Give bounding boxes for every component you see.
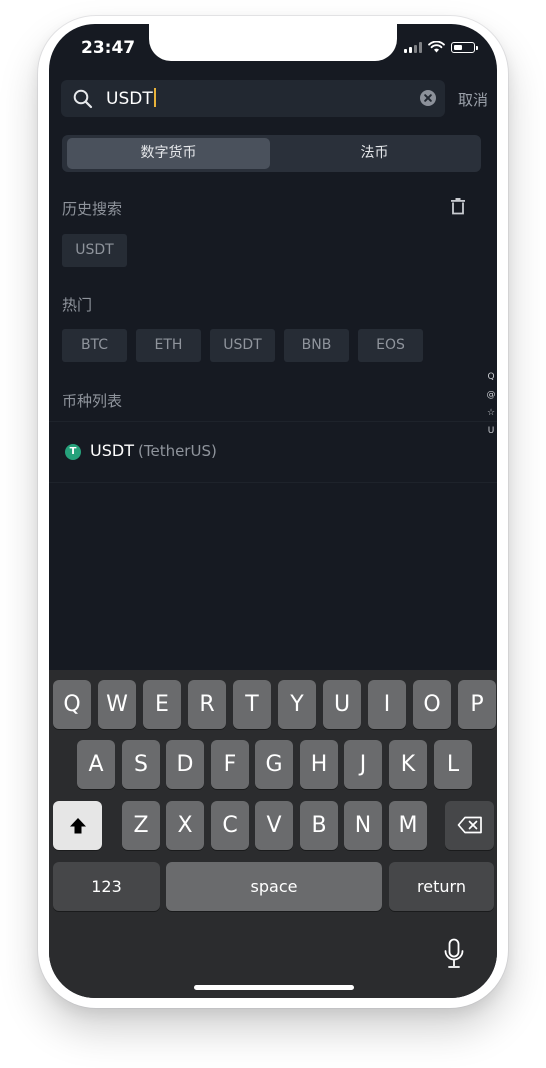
key-o[interactable]: O <box>413 680 451 729</box>
hot-chip[interactable]: USDT <box>210 329 275 362</box>
key-y[interactable]: Y <box>278 680 316 729</box>
key-t[interactable]: T <box>233 680 271 729</box>
key-u[interactable]: U <box>323 680 361 729</box>
key-k[interactable]: K <box>389 740 427 789</box>
microphone-icon[interactable] <box>443 938 465 970</box>
key-i[interactable]: I <box>368 680 406 729</box>
key-c[interactable]: C <box>211 801 249 850</box>
space-key[interactable]: space <box>166 862 382 911</box>
app-screen: 23:47 USDT 取消 数字货币 法币 历史搜索 USDT 热门 BTC E… <box>49 24 497 998</box>
hot-chip[interactable]: BTC <box>62 329 127 362</box>
key-v[interactable]: V <box>255 801 293 850</box>
coin-full-name: (TetherUS) <box>138 442 217 460</box>
hot-chip[interactable]: EOS <box>358 329 423 362</box>
hot-chip[interactable]: ETH <box>136 329 201 362</box>
signal-icon <box>404 41 422 53</box>
search-query[interactable]: USDT <box>106 88 156 109</box>
history-chip[interactable]: USDT <box>62 234 127 267</box>
tether-icon: T <box>65 444 81 460</box>
index-letter[interactable]: U <box>488 424 495 438</box>
cancel-button[interactable]: 取消 <box>458 89 488 110</box>
return-key[interactable]: return <box>389 862 494 911</box>
trash-icon[interactable] <box>450 197 466 215</box>
backspace-icon <box>457 816 482 834</box>
tab-fiat-currency[interactable]: 法币 <box>273 138 476 169</box>
history-title: 历史搜索 <box>62 200 123 218</box>
status-icons <box>404 41 478 53</box>
key-j[interactable]: J <box>344 740 382 789</box>
key-d[interactable]: D <box>166 740 204 789</box>
shift-arrow-icon <box>69 818 86 834</box>
key-l[interactable]: L <box>434 740 472 789</box>
shift-key[interactable] <box>53 801 102 850</box>
index-letter[interactable]: Q <box>487 370 494 384</box>
key-g[interactable]: G <box>255 740 293 789</box>
key-q[interactable]: Q <box>53 680 91 729</box>
notch <box>149 24 397 61</box>
key-p[interactable]: P <box>458 680 496 729</box>
home-indicator[interactable] <box>194 985 354 990</box>
key-h[interactable]: H <box>300 740 338 789</box>
index-letter[interactable]: ☆ <box>487 406 495 420</box>
currency-type-switch: 数字货币 法币 <box>62 135 481 172</box>
index-letter[interactable]: @ <box>487 388 496 402</box>
key-x[interactable]: X <box>166 801 204 850</box>
key-z[interactable]: Z <box>122 801 160 850</box>
hot-title: 热门 <box>62 296 93 314</box>
key-n[interactable]: N <box>344 801 382 850</box>
key-r[interactable]: R <box>188 680 226 729</box>
key-b[interactable]: B <box>300 801 338 850</box>
key-e[interactable]: E <box>143 680 181 729</box>
tab-digital-currency[interactable]: 数字货币 <box>67 138 270 169</box>
wifi-icon <box>428 41 445 53</box>
key-f[interactable]: F <box>211 740 249 789</box>
numbers-key[interactable]: 123 <box>53 862 160 911</box>
battery-icon <box>451 41 478 53</box>
coin-list-item[interactable]: T USDT (TetherUS) <box>49 421 497 483</box>
text-caret <box>153 88 156 107</box>
coin-list-title: 币种列表 <box>62 392 123 410</box>
key-m[interactable]: M <box>389 801 427 850</box>
search-input[interactable]: USDT <box>61 80 445 117</box>
search-icon <box>73 89 93 109</box>
backspace-key[interactable] <box>445 801 494 850</box>
key-w[interactable]: W <box>98 680 136 729</box>
coin-symbol: USDT <box>90 441 134 460</box>
clear-icon[interactable] <box>420 90 436 106</box>
key-a[interactable]: A <box>77 740 115 789</box>
index-bar[interactable]: Q @ ☆ U <box>486 370 496 438</box>
status-time: 23:47 <box>81 38 136 58</box>
hot-chip[interactable]: BNB <box>284 329 349 362</box>
key-s[interactable]: S <box>122 740 160 789</box>
search-query-text: USDT <box>106 89 153 109</box>
